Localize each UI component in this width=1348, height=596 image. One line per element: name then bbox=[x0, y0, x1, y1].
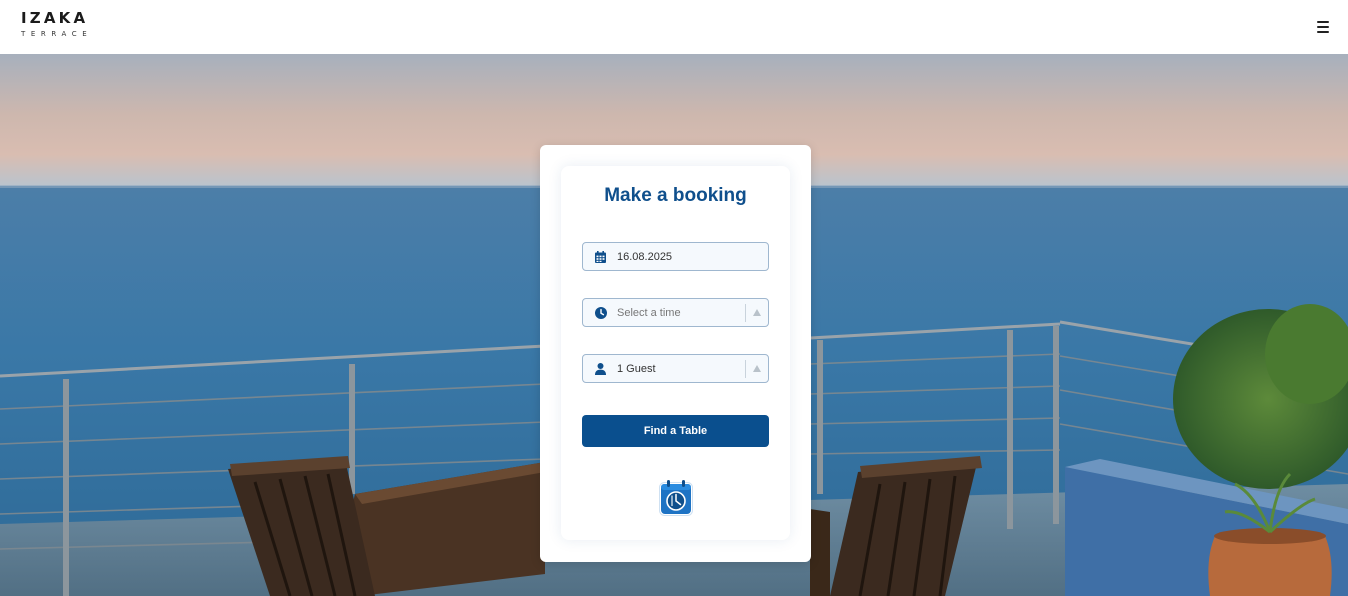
time-select[interactable]: Select a time bbox=[582, 298, 769, 327]
guests-select[interactable]: 1 Guest bbox=[582, 354, 769, 383]
user-icon bbox=[594, 362, 607, 375]
calendar-clock-logo-icon[interactable] bbox=[659, 480, 693, 516]
time-placeholder: Select a time bbox=[617, 306, 681, 319]
date-field[interactable]: 16.08.2025 bbox=[582, 242, 769, 271]
select-divider bbox=[745, 360, 746, 378]
hamburger-icon[interactable] bbox=[1317, 21, 1329, 33]
clock-icon bbox=[594, 306, 607, 319]
find-table-button[interactable]: Find a Table bbox=[582, 415, 769, 447]
booking-title: Make a booking bbox=[604, 185, 747, 206]
chevron-up-icon[interactable] bbox=[753, 365, 761, 372]
calendar-icon bbox=[594, 250, 607, 263]
top-bar: IZAKA TERRACE bbox=[0, 0, 1348, 54]
brand-logo[interactable]: IZAKA TERRACE bbox=[21, 10, 92, 39]
chevron-up-icon[interactable] bbox=[753, 309, 761, 316]
brand-name: IZAKA bbox=[21, 9, 89, 27]
booking-card: Make a booking 16.08.2025 Select a time … bbox=[540, 145, 811, 562]
guests-value: 1 Guest bbox=[617, 362, 656, 375]
date-value: 16.08.2025 bbox=[617, 250, 673, 263]
brand-tagline: TERRACE bbox=[21, 30, 93, 38]
select-divider bbox=[745, 304, 746, 322]
